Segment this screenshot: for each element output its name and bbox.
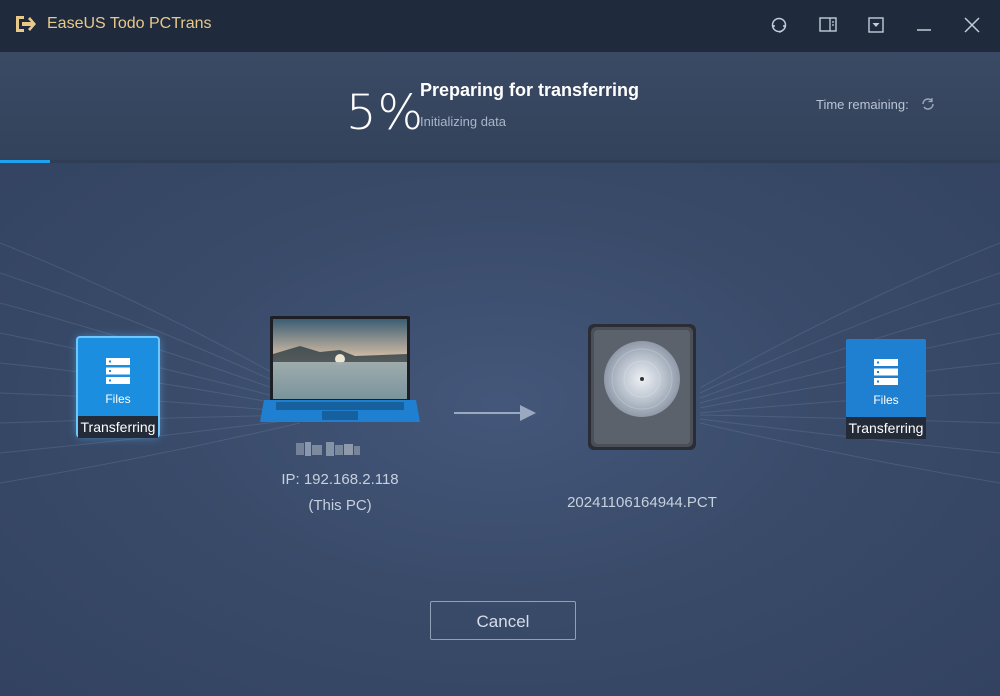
feedback-icon — [819, 17, 837, 32]
menu-button[interactable] — [863, 12, 889, 38]
loading-spinner-icon — [922, 98, 934, 110]
app-title: EaseUS Todo PCTrans — [47, 15, 212, 32]
disk-image-icon — [588, 324, 696, 450]
transfer-arrow-icon — [454, 405, 536, 421]
time-remaining-label: Time remaining: — [816, 97, 909, 112]
source-files-tile: Files Transferring — [78, 338, 158, 438]
minimize-icon — [917, 29, 931, 31]
title-bar: EaseUS Todo PCTrans — [0, 0, 1000, 52]
feedback-button[interactable] — [815, 12, 841, 38]
support-button[interactable] — [766, 12, 792, 38]
dropdown-menu-icon — [868, 17, 884, 33]
source-ip: IP: 192.168.2.118 — [281, 471, 399, 488]
server-stack-icon — [874, 359, 898, 385]
progress-percent: 5% — [346, 85, 425, 141]
minimize-button[interactable] — [911, 12, 937, 38]
laptop-icon — [260, 316, 420, 422]
app-logo-icon — [16, 16, 36, 32]
target-files-tile: Files Transferring — [846, 339, 926, 439]
cancel-button[interactable]: Cancel — [430, 601, 576, 640]
blurred-pc-name — [296, 442, 360, 456]
status-title: Preparing for transferring — [420, 80, 640, 100]
server-stack-icon — [106, 358, 130, 384]
target-filename: 20241106164944.PCT — [567, 494, 717, 511]
close-icon — [964, 17, 980, 33]
status-subtitle: Initializing data — [420, 114, 506, 129]
close-button[interactable] — [959, 12, 985, 38]
support-icon — [771, 17, 787, 33]
source-tile-status: Transferring — [78, 416, 158, 438]
source-tile-label: Files — [105, 392, 131, 406]
target-tile-status: Transferring — [846, 417, 926, 439]
target-tile-label: Files — [873, 393, 899, 407]
